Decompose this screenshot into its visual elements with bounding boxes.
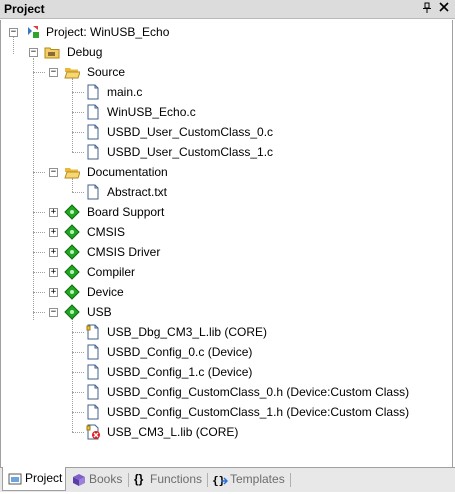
component-icon	[64, 304, 80, 320]
tree-item-file[interactable]: USB_Dbg_CM3_L.lib (CORE)	[1, 323, 441, 341]
file-icon	[85, 404, 101, 420]
tab-separator	[207, 473, 208, 487]
tab-label: Functions	[150, 472, 203, 486]
project-tab-icon	[8, 471, 22, 485]
tab-functions[interactable]: {} Functions	[133, 468, 205, 491]
tree-item-file[interactable]: USBD_User_CustomClass_1.c	[1, 143, 441, 161]
tab-label: Books	[89, 472, 123, 486]
collapse-icon[interactable]: −	[49, 308, 58, 317]
tree-item-file[interactable]: USBD_Config_CustomClass_1.h (Device:Cust…	[1, 403, 441, 421]
tree-item-label: CMSIS	[87, 225, 126, 239]
tab-label: Project	[25, 471, 63, 485]
component-icon	[64, 224, 80, 240]
tab-templates[interactable]: {} Templates	[211, 468, 291, 491]
file-icon	[85, 344, 101, 360]
tree-item-label: Documentation	[87, 165, 168, 179]
tab-project[interactable]: Project	[2, 467, 66, 491]
tree-item-label: USBD_Config_1.c (Device)	[107, 365, 253, 379]
panel-title-bar: Project	[0, 0, 455, 19]
tree-item-target-debug[interactable]: − Debug	[1, 43, 441, 61]
tab-label: Templates	[230, 472, 285, 486]
expand-icon[interactable]: +	[49, 268, 58, 277]
file-icon	[85, 364, 101, 380]
tab-separator	[290, 473, 291, 487]
tree-item-label: USBD_User_CustomClass_0.c	[107, 125, 274, 139]
project-tree[interactable]: − Project: WinUSB_Echo − Debug − Source …	[0, 20, 453, 467]
tree-item-component[interactable]: + CMSIS	[1, 223, 441, 241]
tree-item-component[interactable]: + Compiler	[1, 263, 441, 281]
expand-icon[interactable]: +	[49, 228, 58, 237]
close-icon[interactable]	[437, 2, 451, 16]
tree-item-project[interactable]: − Project: WinUSB_Echo	[1, 23, 441, 41]
tree-item-label: Compiler	[87, 265, 136, 279]
tree-item-label: WinUSB_Echo.c	[107, 105, 196, 119]
tree-item-label: Device	[87, 285, 124, 299]
tree-item-file[interactable]: USBD_Config_CustomClass_0.h (Device:Cust…	[1, 383, 441, 401]
tree-item-label: USBD_Config_0.c (Device)	[107, 345, 253, 359]
tree-item-file[interactable]: Abstract.txt	[1, 183, 441, 201]
tree-item-label: USBD_Config_CustomClass_1.h (Device:Cust…	[107, 405, 410, 419]
pin-icon[interactable]	[420, 2, 434, 16]
panel-tabs: Project Books {} Functions {} Templates	[0, 467, 455, 492]
books-icon	[72, 472, 86, 486]
component-icon	[64, 284, 80, 300]
tree-item-label: Debug	[67, 45, 103, 59]
open-folder-icon	[64, 164, 81, 180]
tree-item-label: USBD_Config_CustomClass_0.h (Device:Cust…	[107, 385, 410, 399]
collapse-icon[interactable]: −	[9, 28, 18, 37]
expand-icon[interactable]: +	[49, 208, 58, 217]
collapse-icon[interactable]: −	[29, 48, 38, 57]
collapse-icon[interactable]: −	[49, 68, 58, 77]
project-icon	[25, 24, 41, 40]
templates-icon: {}	[212, 472, 229, 487]
collapse-icon[interactable]: −	[49, 168, 58, 177]
excluded-library-icon	[85, 424, 101, 440]
component-icon	[64, 264, 80, 280]
tree-item-group-documentation[interactable]: − Documentation	[1, 163, 441, 181]
component-icon	[64, 204, 80, 220]
tree-item-component[interactable]: + CMSIS Driver	[1, 243, 441, 261]
panel-title: Project	[4, 2, 45, 16]
expand-icon[interactable]: +	[49, 248, 58, 257]
target-folder-icon	[44, 44, 60, 60]
file-icon	[85, 84, 101, 100]
file-icon	[85, 384, 101, 400]
open-folder-icon	[64, 64, 81, 80]
braces-icon: {}	[134, 472, 144, 486]
library-file-icon	[85, 324, 101, 340]
tree-item-label: USBD_User_CustomClass_1.c	[107, 145, 274, 159]
tree-item-label: USB_CM3_L.lib (CORE)	[107, 425, 239, 439]
tree-item-label: Abstract.txt	[107, 185, 168, 199]
tree-item-file[interactable]: USB_CM3_L.lib (CORE)	[1, 423, 441, 441]
tree-item-file[interactable]: USBD_Config_1.c (Device)	[1, 363, 441, 381]
tree-item-component[interactable]: + Device	[1, 283, 441, 301]
tree-item-file[interactable]: USBD_Config_0.c (Device)	[1, 343, 441, 361]
file-icon	[85, 124, 101, 140]
file-icon	[85, 144, 101, 160]
tree-item-group-source[interactable]: − Source	[1, 63, 441, 81]
file-icon	[85, 104, 101, 120]
tree-item-file[interactable]: USBD_User_CustomClass_0.c	[1, 123, 441, 141]
tree-item-file[interactable]: WinUSB_Echo.c	[1, 103, 441, 121]
tab-books[interactable]: Books	[70, 468, 130, 491]
tree-item-file[interactable]: main.c	[1, 83, 441, 101]
tree-item-label: Project: WinUSB_Echo	[46, 25, 170, 39]
file-icon	[85, 184, 101, 200]
tree-item-label: Source	[87, 65, 126, 79]
tree-item-component[interactable]: + Board Support	[1, 203, 441, 221]
tab-separator	[128, 473, 129, 487]
tree-item-label: USB_Dbg_CM3_L.lib (CORE)	[107, 325, 268, 339]
component-icon	[64, 244, 80, 260]
tree-item-label: USB	[87, 305, 112, 319]
tree-item-component-usb[interactable]: − USB	[1, 303, 441, 321]
expand-icon[interactable]: +	[49, 288, 58, 297]
tree-item-label: CMSIS Driver	[87, 245, 161, 259]
tree-item-label: Board Support	[87, 205, 165, 219]
tree-item-label: main.c	[107, 85, 143, 99]
